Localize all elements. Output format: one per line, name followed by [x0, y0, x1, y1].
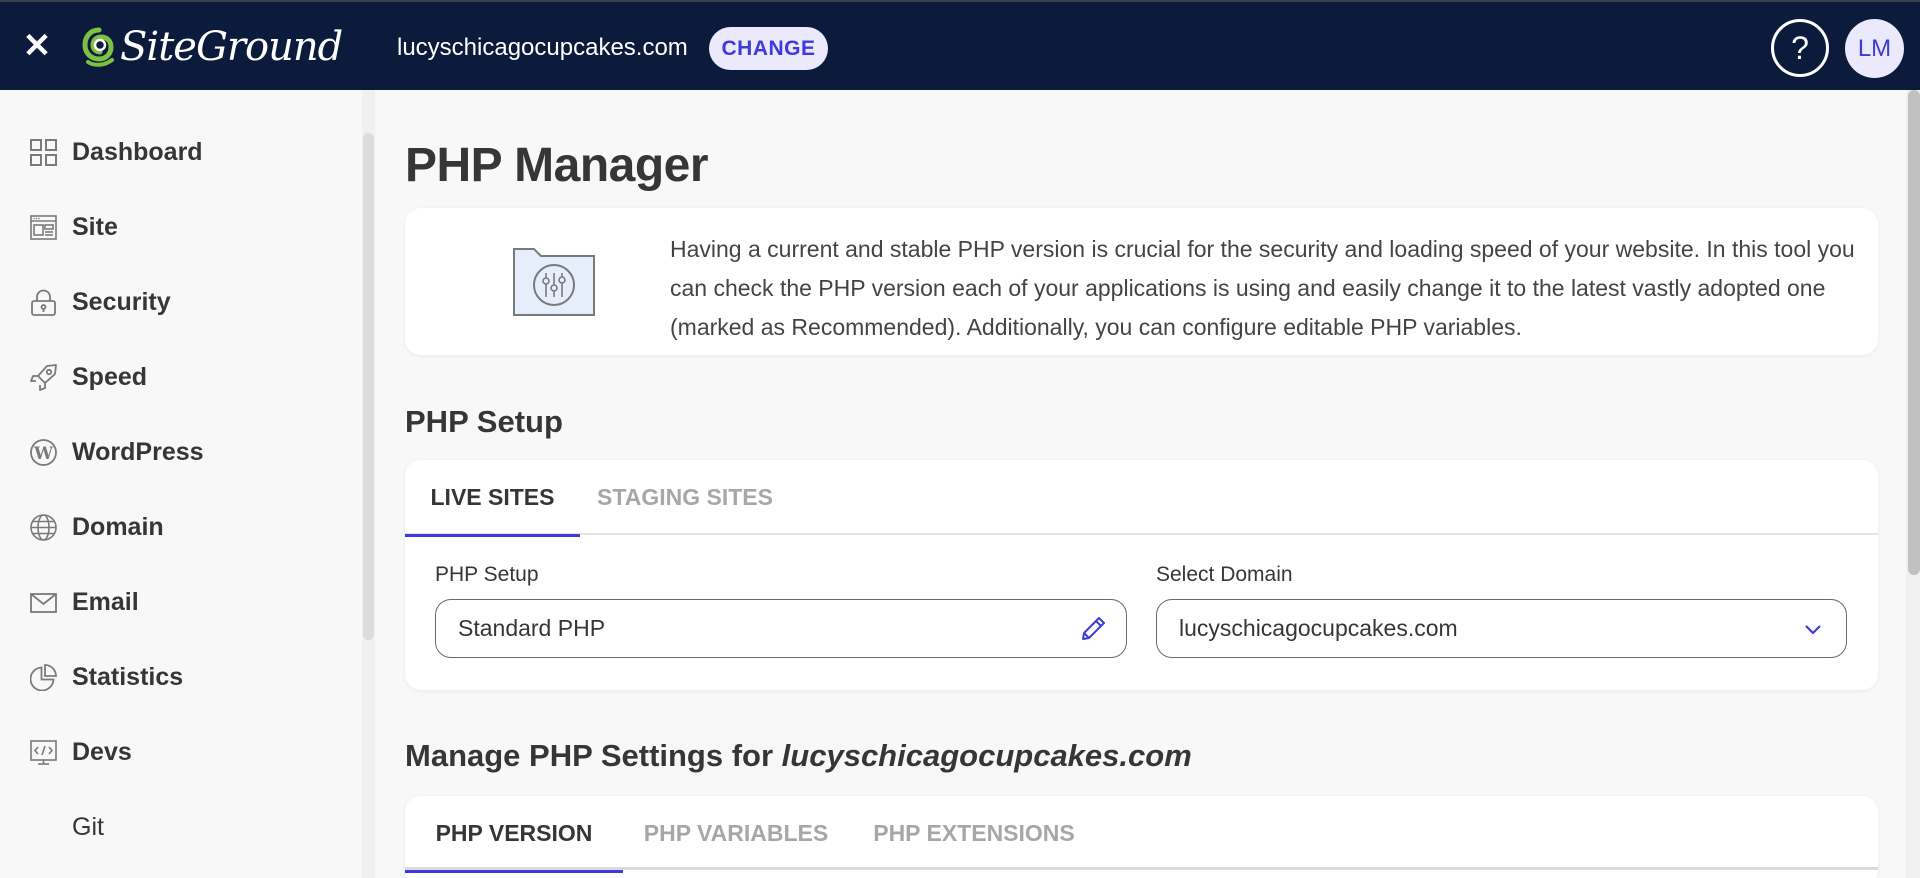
- sidebar-item-email[interactable]: Email: [0, 572, 340, 632]
- siteground-logo[interactable]: SiteGround: [82, 22, 343, 72]
- sidebar-item-label: Statistics: [72, 662, 184, 691]
- main-scrollbar-thumb[interactable]: [1908, 90, 1920, 575]
- sidebar-item-label: Security: [72, 287, 171, 316]
- sidebar-item-label: Dashboard: [72, 137, 203, 166]
- php-settings-tabs: PHP VERSION PHP VARIABLES PHP EXTENSIONS: [405, 796, 1878, 873]
- sidebar: Dashboard Site Security Speed W WordPres…: [0, 90, 375, 878]
- avatar-initials: LM: [1857, 34, 1892, 62]
- wordpress-icon: W: [30, 438, 57, 466]
- tab-php-variables[interactable]: PHP VARIABLES: [623, 796, 849, 870]
- close-icon: ✕: [22, 27, 52, 65]
- select-domain-label: Select Domain: [1156, 563, 1293, 586]
- manage-php-settings-title: Manage PHP Settings for lucyschicagocupc…: [405, 738, 1192, 774]
- rocket-icon: [30, 363, 57, 391]
- sidebar-item-domain[interactable]: Domain: [0, 497, 340, 557]
- sidebar-item-speed[interactable]: Speed: [0, 347, 340, 407]
- sidebar-item-statistics[interactable]: Statistics: [0, 647, 340, 707]
- sidebar-item-label: Email: [72, 587, 139, 616]
- help-button[interactable]: ?: [1771, 19, 1829, 77]
- svg-text:W: W: [33, 444, 54, 464]
- change-site-button[interactable]: CHANGE: [709, 27, 828, 70]
- php-setup-title: PHP Setup: [405, 404, 563, 439]
- php-setup-card: LIVE SITES STAGING SITES PHP Setup Stand…: [405, 460, 1878, 690]
- sidebar-item-git[interactable]: Git: [0, 797, 340, 857]
- logo-text: SiteGround: [120, 24, 343, 70]
- site-window-icon: [30, 214, 57, 241]
- select-domain-value: lucyschicagocupcakes.com: [1179, 615, 1458, 641]
- sidebar-item-devs[interactable]: Devs: [0, 722, 340, 782]
- intro-description: Having a current and stable PHP version …: [670, 236, 1855, 340]
- tab-live-sites[interactable]: LIVE SITES: [405, 460, 580, 537]
- sidebar-item-site[interactable]: Site: [0, 197, 340, 257]
- select-domain-dropdown[interactable]: lucyschicagocupcakes.com: [1156, 599, 1847, 658]
- sidebar-item-label: Devs: [72, 737, 132, 766]
- manage-title-prefix: Manage PHP Settings for: [405, 738, 782, 773]
- pie-chart-icon: [30, 663, 57, 691]
- php-setup-field[interactable]: Standard PHP: [435, 599, 1127, 658]
- globe-icon: [30, 513, 57, 541]
- tab-staging-sites[interactable]: STAGING SITES: [580, 460, 790, 535]
- php-setup-value: Standard PHP: [458, 615, 606, 641]
- grid-icon: [30, 138, 57, 166]
- main-content: PHP Manager Having a current and stable …: [375, 90, 1905, 878]
- intro-card: Having a current and stable PHP version …: [405, 208, 1878, 355]
- php-settings-folder-icon: [513, 248, 595, 316]
- code-monitor-icon: [30, 739, 57, 766]
- sidebar-item-label: WordPress: [72, 437, 204, 466]
- current-site-domain: lucyschicagocupcakes.com: [397, 34, 688, 61]
- php-setup-label: PHP Setup: [435, 563, 539, 586]
- sidebar-item-security[interactable]: Security: [0, 272, 340, 332]
- sidebar-item-label: Site: [72, 212, 118, 241]
- manage-php-settings-card: PHP VERSION PHP VARIABLES PHP EXTENSIONS: [405, 796, 1878, 878]
- user-avatar[interactable]: LM: [1845, 19, 1904, 78]
- siteground-swirl-icon: [82, 27, 114, 67]
- envelope-icon: [30, 589, 57, 616]
- close-button[interactable]: ✕: [22, 27, 52, 65]
- pencil-icon[interactable]: [1080, 616, 1106, 642]
- sidebar-item-label: Speed: [72, 362, 148, 391]
- question-mark-icon: ?: [1791, 29, 1809, 66]
- manage-title-domain: lucyschicagocupcakes.com: [781, 738, 1192, 773]
- sidebar-item-wordpress[interactable]: W WordPress: [0, 422, 340, 482]
- tab-php-version[interactable]: PHP VERSION: [405, 796, 623, 873]
- site-type-tabs: LIVE SITES STAGING SITES: [405, 460, 1878, 537]
- sidebar-item-label: Domain: [72, 512, 164, 541]
- lock-icon: [30, 289, 57, 316]
- sidebar-scrollbar-thumb[interactable]: [363, 133, 374, 640]
- page-title: PHP Manager: [405, 139, 709, 192]
- chevron-down-icon: [1805, 625, 1821, 635]
- sidebar-item-label: Git: [72, 812, 104, 841]
- top-header: ✕ SiteGround lucyschicagocupcakes.com CH…: [0, 0, 1920, 90]
- tab-php-extensions[interactable]: PHP EXTENSIONS: [849, 796, 1099, 870]
- sidebar-item-dashboard[interactable]: Dashboard: [0, 122, 340, 182]
